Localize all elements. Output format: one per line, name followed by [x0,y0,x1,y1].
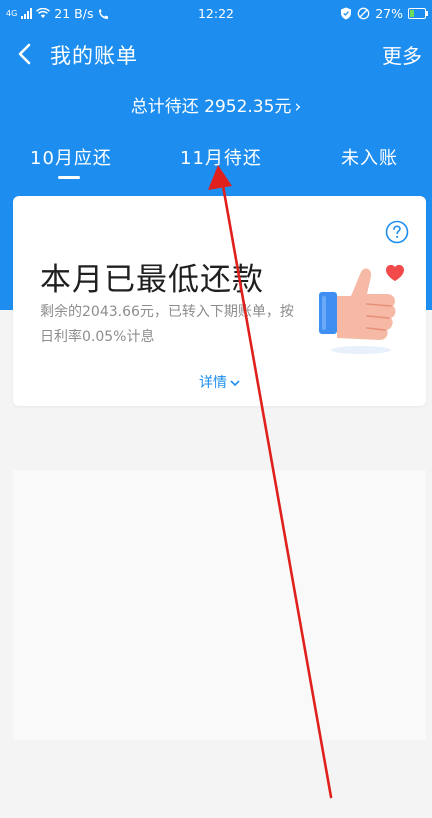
active-tab-indicator [58,176,80,179]
tab-october-due[interactable]: 10月应还 [30,144,112,170]
details-label: 详情 [199,375,227,391]
shield-icon [341,7,352,20]
navigation-bar: 我的账单 更多 [0,28,432,82]
status-right-group: 27% [340,6,428,21]
chevron-right-icon: › [294,97,302,117]
total-due-link[interactable]: 总计待还 2952.35元 › [0,92,432,117]
repayment-status-card: 本月已最低还款 剩余的2043.66元，已转入下期账单，按日利率0.05%计息 … [13,196,426,406]
back-arrow-icon[interactable] [12,40,40,68]
status-bar: 4G 21 B/s 12:22 27% [0,0,432,28]
page-title: 我的账单 [50,44,138,68]
question-mark-icon[interactable] [385,220,409,244]
card-title: 本月已最低还款 [40,262,264,298]
card-description: 剩余的2043.66元，已转入下期账单，按日利率0.05%计息 [40,304,294,345]
thumbs-up-illustration [319,264,404,354]
vibrate-icon [357,7,370,20]
details-toggle[interactable]: 详情 [13,372,426,392]
tab-unbilled[interactable]: 未入账 [341,144,398,170]
battery-icon [408,8,428,19]
battery-percent: 27% [375,6,403,21]
tab-november-pending[interactable]: 11月待还 [180,144,262,170]
total-due-text: 总计待还 2952.35元 [130,97,292,117]
chevron-down-icon [230,380,240,387]
month-tabs: 10月应还 11月待还 未入账 [0,140,432,182]
content-area [13,470,426,740]
more-button[interactable]: 更多 [382,40,422,69]
